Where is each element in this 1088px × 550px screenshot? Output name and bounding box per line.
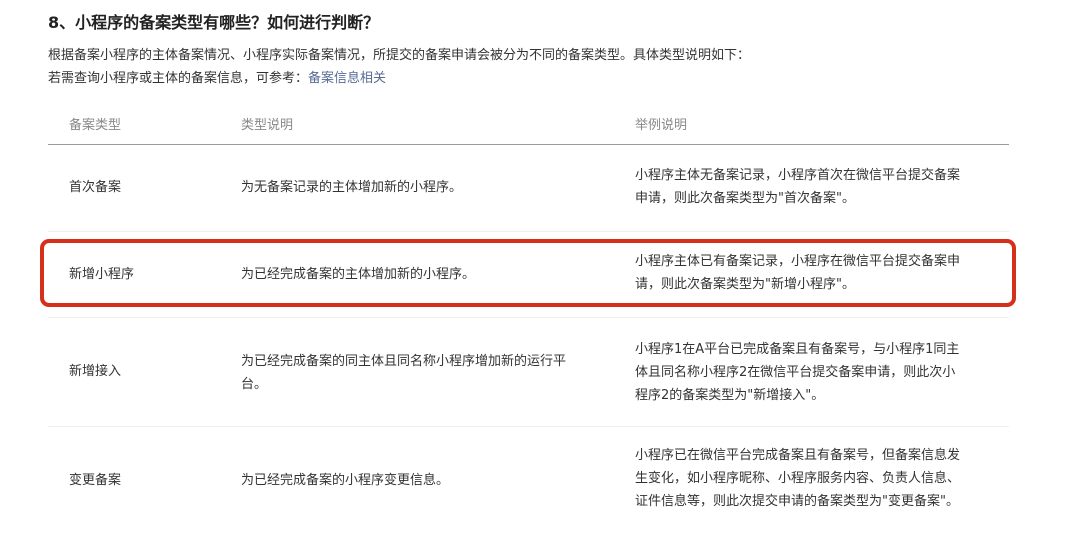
header-example: 举例说明: [635, 118, 688, 133]
section-heading: 8、小程序的备案类型有哪些？如何进行判断？: [48, 13, 380, 32]
row-description: 为无备案记录的主体增加新的小程序。: [241, 180, 463, 195]
description-line: 台。: [241, 377, 268, 392]
intro-line-2-prefix: 若需查询小程序或主体的备案信息，可参考：: [48, 71, 309, 86]
table-row: 新增接入 为已经完成备案的同主体且同名称小程序增加新的运行平 台。 小程序1在A…: [48, 318, 1009, 427]
row-example: 小程序主体无备案记录，小程序首次在微信平台提交备案 申请，则此次备案类型为"首次…: [635, 164, 995, 210]
row-example: 小程序已在微信平台完成备案且有备案号，但备案信息发 生变化，如小程序昵称、小程序…: [635, 444, 995, 513]
row-example: 小程序1在A平台已完成备案且有备案号，与小程序1同主 体且同名称小程序2在微信平…: [635, 338, 995, 407]
table-row: 新增小程序 为已经完成备案的主体增加新的小程序。 小程序主体已有备案记录，小程序…: [48, 232, 1009, 318]
example-line: 体且同名称小程序2在微信平台提交备案申请，则此次小: [635, 365, 956, 380]
example-line: 小程序主体已有备案记录，小程序在微信平台提交备案申: [635, 254, 961, 269]
example-line: 小程序1在A平台已完成备案且有备案号，与小程序1同主: [635, 342, 960, 357]
intro-line-2: 若需查询小程序或主体的备案信息，可参考：备案信息相关: [48, 67, 750, 90]
intro-text: 根据备案小程序的主体备案情况、小程序实际备案情况，所提交的备案申请会被分为不同的…: [48, 44, 750, 90]
example-line: 生变化，如小程序昵称、小程序服务内容、负责人信息、: [635, 471, 961, 486]
filing-type-table: 备案类型 类型说明 举例说明 首次备案 为无备案记录的主体增加新的小程序。 小程…: [48, 104, 1009, 535]
example-line: 小程序主体无备案记录，小程序首次在微信平台提交备案: [635, 168, 961, 183]
row-type: 新增接入: [69, 364, 122, 379]
row-example: 小程序主体已有备案记录，小程序在微信平台提交备案申 请，则此次备案类型为"新增小…: [635, 250, 995, 296]
row-type: 新增小程序: [69, 267, 135, 282]
table-row: 变更备案 为已经完成备案的小程序变更信息。 小程序已在微信平台完成备案且有备案号…: [48, 427, 1009, 535]
example-line: 请，则此次备案类型为"新增小程序"。: [635, 277, 855, 292]
row-type: 变更备案: [69, 473, 122, 488]
example-line: 程序2的备案类型为"新增接入"。: [635, 388, 825, 403]
row-type: 首次备案: [69, 180, 122, 195]
row-description: 为已经完成备案的同主体且同名称小程序增加新的运行平 台。: [241, 350, 611, 396]
header-type: 备案类型: [69, 118, 122, 133]
table-row: 首次备案 为无备案记录的主体增加新的小程序。 小程序主体无备案记录，小程序首次在…: [48, 145, 1009, 232]
example-line: 证件信息等，则此次提交申请的备案类型为"变更备案"。: [635, 494, 959, 509]
example-line: 小程序已在微信平台完成备案且有备案号，但备案信息发: [635, 448, 961, 463]
table-header-row: 备案类型 类型说明 举例说明: [48, 104, 1009, 145]
row-description: 为已经完成备案的小程序变更信息。: [241, 473, 450, 488]
example-line: 申请，则此次备案类型为"首次备案"。: [635, 191, 855, 206]
filing-info-link[interactable]: 备案信息相关: [308, 71, 386, 86]
row-description: 为已经完成备案的主体增加新的小程序。: [241, 267, 476, 282]
intro-line-1: 根据备案小程序的主体备案情况、小程序实际备案情况，所提交的备案申请会被分为不同的…: [48, 48, 751, 63]
header-description: 类型说明: [241, 118, 294, 133]
description-line: 为已经完成备案的同主体且同名称小程序增加新的运行平: [241, 354, 567, 369]
